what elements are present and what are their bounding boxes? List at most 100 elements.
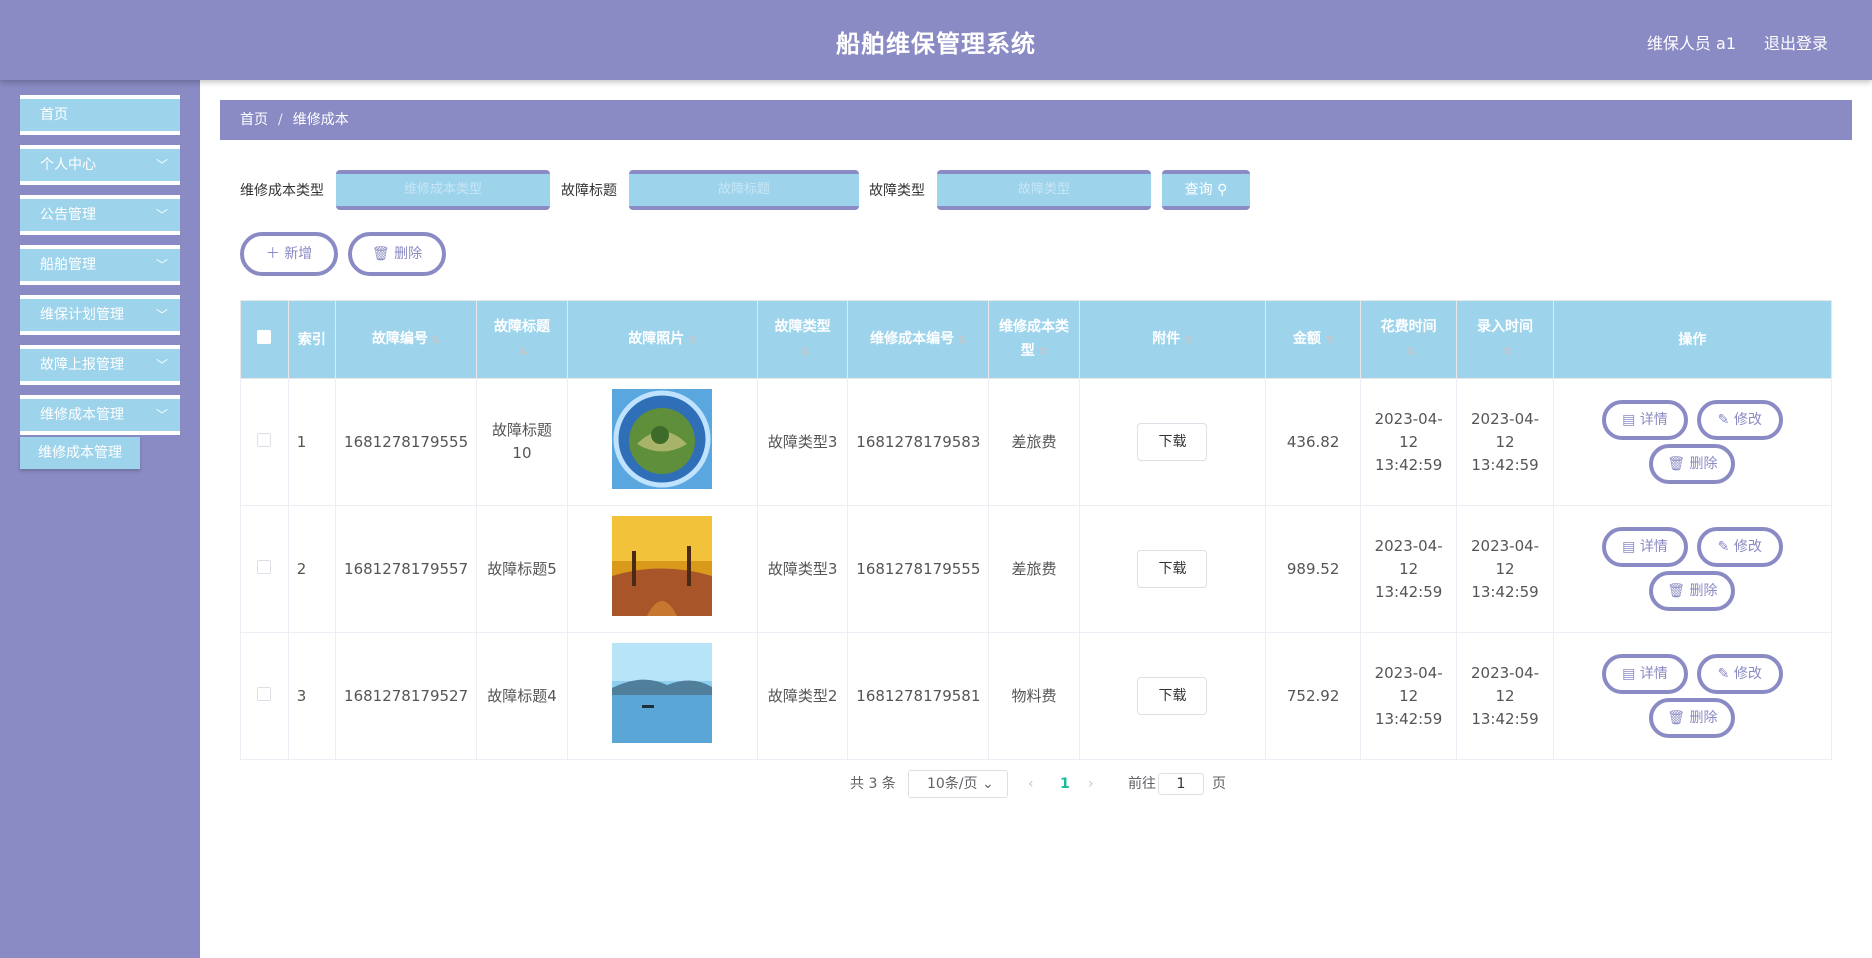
fault-photo-planet[interactable] — [612, 388, 713, 489]
header-cost-type[interactable]: 维修成本类型 ⇅ — [988, 300, 1080, 379]
sort-icon[interactable]: ⇅ — [688, 335, 696, 346]
cell-fault-title: 故障标题5 — [476, 505, 568, 633]
cost-type-input[interactable]: 维修成本类型 — [336, 170, 550, 210]
sidebar-item-maintenance-plan[interactable]: 维保计划管理 ﹀ — [20, 295, 180, 335]
detail-button[interactable]: ▤ 详情 — [1601, 400, 1688, 440]
row-checkbox[interactable] — [257, 686, 272, 701]
edit-button[interactable]: ✎ 修改 — [1696, 400, 1783, 440]
row-delete-button[interactable]: 🗑 删除 — [1649, 444, 1736, 484]
cell-fault-type: 故障类型3 — [757, 505, 849, 633]
sidebar-item-label: 船舶管理 — [40, 257, 96, 273]
header-attachment[interactable]: 附件 ⇅ — [1078, 300, 1267, 379]
fault-title-label: 故障标题 — [561, 183, 617, 199]
sort-icon[interactable]: ⇅ — [520, 347, 528, 358]
detail-label: 详情 — [1639, 539, 1668, 555]
cell-spend-time: 2023-04-12 13:42:59 — [1359, 378, 1458, 506]
header-amount[interactable]: 金额 ⇅ — [1265, 300, 1361, 379]
query-button[interactable]: 查询 ⚲ — [1162, 170, 1250, 210]
header-label: 录入时间 — [1477, 318, 1534, 335]
detail-button[interactable]: ▤ 详情 — [1601, 527, 1688, 567]
chevron-down-icon: ﹀ — [155, 408, 168, 422]
page-suffix: 页 — [1212, 776, 1226, 792]
sort-icon[interactable]: ⇅ — [1325, 335, 1333, 346]
fault-title-input[interactable]: 故障标题 — [629, 170, 859, 210]
sidebar-item-home[interactable]: 首页 — [20, 95, 180, 135]
header-label: 故障照片 — [628, 330, 685, 347]
logout-link[interactable]: 退出登录 — [1764, 30, 1828, 54]
delete-label: 删除 — [1689, 456, 1718, 472]
cell-entry-time: 2023-04-12 13:42:59 — [1456, 505, 1554, 633]
download-button[interactable]: 下载 — [1137, 550, 1208, 588]
sort-icon[interactable]: ⇅ — [1039, 347, 1047, 358]
row-select-cell — [240, 378, 289, 506]
goto-page-input[interactable]: 1 — [1158, 773, 1204, 795]
header-cost-no[interactable]: 维修成本编号 ⇅ — [847, 300, 990, 379]
cell-entry-time: 2023-04-12 13:42:59 — [1456, 632, 1554, 760]
sort-icon[interactable]: ⇅ — [1406, 347, 1414, 358]
header-label: 维修成本类型 — [998, 318, 1069, 359]
header-label: 故障标题 — [493, 318, 550, 335]
fault-photo-lake[interactable] — [612, 642, 713, 743]
current-user: 维保人员 a1 — [1646, 34, 1736, 53]
add-button-label: 新增 — [284, 246, 313, 262]
table-header-row: 索引 故障编号 ⇅ 故障标题 ⇅ 故障照片 ⇅ 故障类型 ⇅ 维修成本编号 ⇅ 维修成本类… — [240, 300, 1833, 379]
cell-operations: ▤ 详情 ✎ 修改 🗑 删除 — [1552, 378, 1833, 506]
page-size-select[interactable]: 10条/页 ⌄ — [908, 770, 1008, 798]
select-all-header[interactable] — [240, 300, 289, 379]
sidebar-item-repair-cost[interactable]: 维修成本管理 ﹀ — [20, 395, 180, 435]
sidebar-item-ships[interactable]: 船舶管理 ﹀ — [20, 245, 180, 285]
detail-button[interactable]: ▤ 详情 — [1601, 654, 1688, 694]
sidebar-item-label: 维保计划管理 — [40, 307, 124, 323]
header-fault-title[interactable]: 故障标题 ⇅ — [476, 300, 568, 379]
sort-icon[interactable]: ⇅ — [1184, 335, 1192, 346]
fault-photo-autumn-trees[interactable] — [612, 515, 713, 616]
breadcrumb-home[interactable]: 首页 — [240, 112, 268, 128]
sort-icon[interactable]: ⇅ — [1503, 347, 1511, 358]
sidebar-item-personal-center[interactable]: 个人中心 ﹀ — [20, 145, 180, 185]
fault-type-input[interactable]: 故障类型 — [937, 170, 1151, 210]
sort-icon[interactable]: ⇅ — [958, 335, 966, 346]
header-fault-no[interactable]: 故障编号 ⇅ — [335, 300, 478, 379]
header-spend-time[interactable]: 花费时间 ⇅ — [1359, 300, 1458, 379]
select-all-checkbox[interactable] — [257, 329, 272, 344]
breadcrumb-current: 维修成本 — [292, 112, 349, 128]
download-button[interactable]: 下载 — [1137, 677, 1208, 715]
cell-spend-time: 2023-04-12 13:42:59 — [1359, 505, 1458, 633]
header-fault-photo[interactable]: 故障照片 ⇅ — [566, 300, 759, 379]
sidebar-item-label: 个人中心 — [40, 157, 96, 173]
batch-delete-label: 删除 — [394, 246, 423, 262]
trash-icon: 🗑 — [1667, 710, 1686, 726]
cell-fault-no: 1681278179527 — [335, 632, 478, 760]
cell-fault-no: 1681278179557 — [335, 505, 478, 633]
page-number-current[interactable]: 1 — [1060, 770, 1070, 798]
sidebar-item-announcements[interactable]: 公告管理 ﹀ — [20, 195, 180, 235]
chevron-down-icon: ﹀ — [155, 308, 168, 322]
download-button[interactable]: 下载 — [1137, 423, 1208, 461]
chevron-down-icon: ﹀ — [155, 158, 168, 172]
row-checkbox[interactable] — [257, 432, 272, 447]
header-label: 花费时间 — [1380, 318, 1437, 335]
row-delete-button[interactable]: 🗑 删除 — [1649, 698, 1736, 738]
sort-icon[interactable]: ⇅ — [432, 335, 440, 346]
cell-attachment: 下载 — [1078, 505, 1267, 633]
sort-icon[interactable]: ⇅ — [800, 347, 808, 358]
pencil-icon: ✎ — [1717, 539, 1730, 555]
row-delete-button[interactable]: 🗑 删除 — [1649, 571, 1736, 611]
header-entry-time[interactable]: 录入时间 ⇅ — [1456, 300, 1554, 379]
add-button[interactable]: ＋ 新增 — [240, 232, 338, 276]
cell-fault-title: 故障标题10 — [476, 378, 568, 506]
row-checkbox[interactable] — [257, 559, 272, 574]
submenu-item-repair-cost[interactable]: 维修成本管理 — [20, 437, 140, 469]
header-label: 故障类型 — [774, 318, 831, 335]
batch-delete-button[interactable]: 🗑 删除 — [348, 232, 446, 276]
app-title: 船舶维保管理系统 — [836, 30, 1036, 58]
edit-button[interactable]: ✎ 修改 — [1696, 654, 1783, 694]
next-page-icon[interactable]: › — [1088, 770, 1094, 798]
edit-button[interactable]: ✎ 修改 — [1696, 527, 1783, 567]
header-fault-type[interactable]: 故障类型 ⇅ — [757, 300, 849, 379]
sidebar-item-fault-report[interactable]: 故障上报管理 ﹀ — [20, 345, 180, 385]
chevron-down-icon: ﹀ — [155, 358, 168, 372]
cell-fault-photo — [566, 632, 759, 760]
cell-cost-no: 1681278179581 — [847, 632, 990, 760]
prev-page-icon[interactable]: ‹ — [1028, 770, 1034, 798]
